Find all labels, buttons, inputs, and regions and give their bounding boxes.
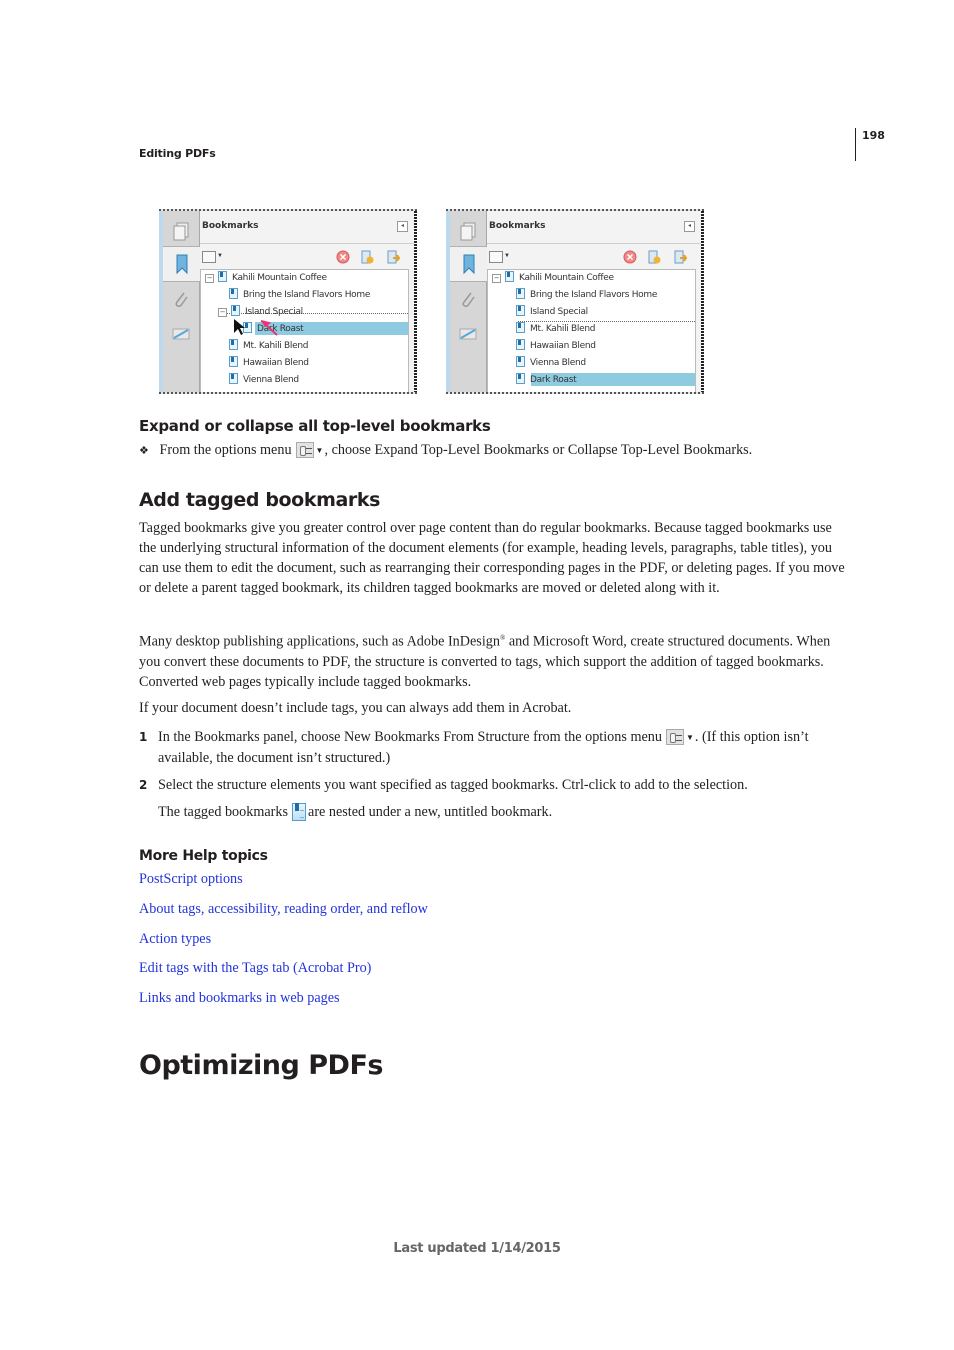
collapse-panel-button[interactable]: ◂ xyxy=(397,221,408,232)
bookmark-icon xyxy=(218,271,227,282)
help-link[interactable]: PostScript options xyxy=(139,871,243,888)
expand-bookmark-icon[interactable] xyxy=(673,250,687,264)
options-menu-icon xyxy=(665,729,684,745)
paperclip-icon xyxy=(462,292,475,307)
tree-item[interactable]: Hawaiian Blend xyxy=(516,339,596,354)
bookmark-icon xyxy=(516,288,525,299)
collapse-panel-button[interactable]: ◂ xyxy=(684,221,695,232)
pages-tab[interactable] xyxy=(450,215,486,249)
new-bookmark-icon[interactable] xyxy=(360,250,374,264)
tree-item[interactable]: − Island Special xyxy=(218,305,303,320)
navigation-rail xyxy=(450,211,487,392)
bookmark-icon xyxy=(516,373,525,384)
chapter-heading: Optimizing PDFs xyxy=(139,1050,383,1081)
running-head: Editing PDFs xyxy=(139,147,216,160)
tree-item[interactable]: Bring the Island Flavors Home xyxy=(229,288,370,303)
pages-icon xyxy=(173,222,189,241)
bookmark-icon xyxy=(229,373,238,384)
bookmark-icon xyxy=(516,339,525,350)
chevron-down-icon: ▼ xyxy=(685,733,694,742)
footer-last-updated: Last updated 1/14/2015 xyxy=(393,1241,561,1256)
tree-item[interactable]: Bring the Island Flavors Home xyxy=(516,288,657,303)
bookmark-tree: − Kahili Mountain Coffee Bring the Island… xyxy=(200,269,409,392)
bookmark-icon xyxy=(516,356,525,367)
help-link[interactable]: Action types xyxy=(139,931,211,948)
step-number: 1 xyxy=(139,730,148,744)
options-menu-button[interactable] xyxy=(489,251,503,263)
bookmark-icon xyxy=(505,271,514,282)
bookmark-icon xyxy=(516,305,525,316)
step-result-text: The tagged bookmarks are nested under a n… xyxy=(158,803,553,821)
delete-bookmark-icon[interactable] xyxy=(336,250,350,264)
bookmark-icon xyxy=(516,322,525,333)
help-link[interactable]: About tags, accessibility, reading order… xyxy=(139,901,428,918)
step-2-text: Select the structure elements you want s… xyxy=(158,777,748,793)
tree-item[interactable]: Vienna Blend xyxy=(229,373,299,388)
panel-title: Bookmarks xyxy=(202,221,259,231)
tagged-paragraph-3: If your document doesn’t include tags, y… xyxy=(139,700,572,716)
new-bookmark-icon[interactable] xyxy=(647,250,661,264)
options-menu-button[interactable] xyxy=(202,251,216,263)
tagged-paragraph-1: Tagged bookmarks give you greater contro… xyxy=(139,520,845,596)
tree-item[interactable]: − Kahili Mountain Coffee xyxy=(492,271,614,286)
chevron-down-icon[interactable]: ▼ xyxy=(504,253,510,259)
section-heading-expand: Expand or collapse all top-level bookmar… xyxy=(139,417,491,435)
panel-toolbar: ▼ xyxy=(487,247,701,267)
pages-icon xyxy=(460,222,476,241)
expand-bookmark-icon[interactable] xyxy=(386,250,400,264)
bookmarks-tab[interactable] xyxy=(450,246,487,282)
options-menu-icon xyxy=(295,442,314,458)
help-link[interactable]: Edit tags with the Tags tab (Acrobat Pro… xyxy=(139,960,371,977)
signature-icon xyxy=(459,328,477,340)
attachments-tab[interactable] xyxy=(450,283,486,317)
panel-toolbar: ▼ xyxy=(200,247,414,267)
tree-item-selected[interactable]: Dark Roast xyxy=(516,373,577,388)
panel-title: Bookmarks xyxy=(489,221,546,231)
signatures-tab[interactable] xyxy=(450,317,486,351)
chevron-down-icon[interactable]: ▼ xyxy=(217,253,223,259)
navigation-rail xyxy=(163,211,200,392)
bookmarks-screenshot-after: Bookmarks ◂ ▼ − Kahili Mountain Coffee Br… xyxy=(446,209,704,394)
header-rule xyxy=(855,128,856,161)
step-number: 2 xyxy=(139,778,148,792)
bullet-icon: ❖ xyxy=(139,445,149,457)
step-1-text: In the Bookmarks panel, choose New Bookm… xyxy=(158,729,809,766)
expand-instruction: ❖ From the options menu ▼, choose Expand … xyxy=(139,440,851,461)
mouse-pointer-icon xyxy=(234,319,245,335)
tree-item[interactable]: Vienna Blend xyxy=(516,356,586,371)
tagged-paragraph-2: Many desktop publishing applications, su… xyxy=(139,633,831,690)
bookmark-tree: − Kahili Mountain Coffee Bring the Island… xyxy=(487,269,696,392)
delete-bookmark-icon[interactable] xyxy=(623,250,637,264)
pages-tab[interactable] xyxy=(163,215,199,249)
bookmark-icon xyxy=(229,339,238,350)
page-number: 198 xyxy=(862,129,885,142)
drag-arrow-icon xyxy=(260,320,278,336)
signature-icon xyxy=(172,328,190,340)
attachments-tab[interactable] xyxy=(163,283,199,317)
bookmark-icon xyxy=(229,356,238,367)
bookmarks-tab[interactable] xyxy=(163,246,200,282)
bookmarks-screenshot-before: Bookmarks ◂ ▼ − Kahili Mountain Coffee Br… xyxy=(159,209,417,394)
bookmark-ribbon-icon xyxy=(176,254,187,275)
signatures-tab[interactable] xyxy=(163,317,199,351)
tree-item[interactable]: Mt. Kahili Blend xyxy=(229,339,308,354)
paperclip-icon xyxy=(175,292,188,307)
tagged-bookmark-icon xyxy=(292,803,307,821)
bookmarks-panel: Bookmarks ◂ ▼ − Kahili Mountain Coffee Br… xyxy=(200,211,414,392)
bookmark-icon xyxy=(229,288,238,299)
section-heading-tagged: Add tagged bookmarks xyxy=(139,489,381,511)
bookmark-ribbon-icon xyxy=(463,254,474,275)
chevron-down-icon: ▼ xyxy=(315,446,324,455)
bookmarks-panel: Bookmarks ◂ ▼ − Kahili Mountain Coffee Br… xyxy=(487,211,701,392)
tree-item[interactable]: − Kahili Mountain Coffee xyxy=(205,271,327,286)
tree-item[interactable]: Hawaiian Blend xyxy=(229,356,309,371)
tree-item[interactable]: Island Special xyxy=(516,305,588,320)
bookmark-icon xyxy=(231,305,240,316)
tree-item[interactable]: Mt. Kahili Blend xyxy=(516,322,595,337)
more-help-heading: More Help topics xyxy=(139,848,268,864)
help-link[interactable]: Links and bookmarks in web pages xyxy=(139,990,340,1007)
